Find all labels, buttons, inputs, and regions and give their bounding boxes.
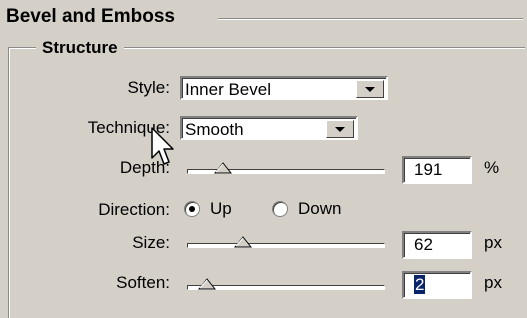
panel-title: Bevel and Emboss xyxy=(6,6,183,28)
technique-dropdown-button[interactable] xyxy=(326,120,354,138)
depth-input[interactable]: 191 xyxy=(402,156,472,184)
title-divider xyxy=(218,18,523,20)
size-input[interactable]: 62 xyxy=(402,231,472,259)
direction-down-label[interactable]: Down xyxy=(298,199,341,219)
chevron-down-icon xyxy=(365,86,375,92)
depth-label: Depth: xyxy=(119,158,170,177)
soften-input[interactable]: 2 xyxy=(402,271,472,299)
direction-down-radio[interactable] xyxy=(272,201,288,217)
mouse-pointer-icon xyxy=(151,127,174,165)
direction-up-label[interactable]: Up xyxy=(210,199,232,219)
depth-unit: % xyxy=(484,158,500,177)
size-slider-track[interactable] xyxy=(187,243,385,248)
soften-label: Soften: xyxy=(116,273,170,292)
depth-slider-thumb[interactable] xyxy=(214,160,232,174)
technique-label: Technique: xyxy=(87,118,170,137)
size-unit: px xyxy=(484,233,502,252)
direction-label: Direction: xyxy=(98,200,170,219)
style-select-value: Inner Bevel xyxy=(185,80,271,99)
soften-unit: px xyxy=(484,273,502,292)
style-select[interactable]: Inner Bevel xyxy=(180,76,388,100)
size-slider-thumb[interactable] xyxy=(234,234,252,248)
soften-input-selected-text: 2 xyxy=(414,275,426,294)
direction-up-radio[interactable] xyxy=(184,201,200,217)
chevron-down-icon xyxy=(335,126,345,132)
soften-slider-track[interactable] xyxy=(187,285,385,290)
technique-select-value: Smooth xyxy=(185,120,244,139)
style-dropdown-button[interactable] xyxy=(356,80,384,98)
section-title: Structure xyxy=(36,38,124,58)
radio-selected-dot xyxy=(189,206,195,212)
size-label: Size: xyxy=(132,233,170,252)
style-label: Style: xyxy=(127,78,170,97)
soften-slider-thumb[interactable] xyxy=(198,276,216,290)
technique-select[interactable]: Smooth xyxy=(180,116,358,140)
